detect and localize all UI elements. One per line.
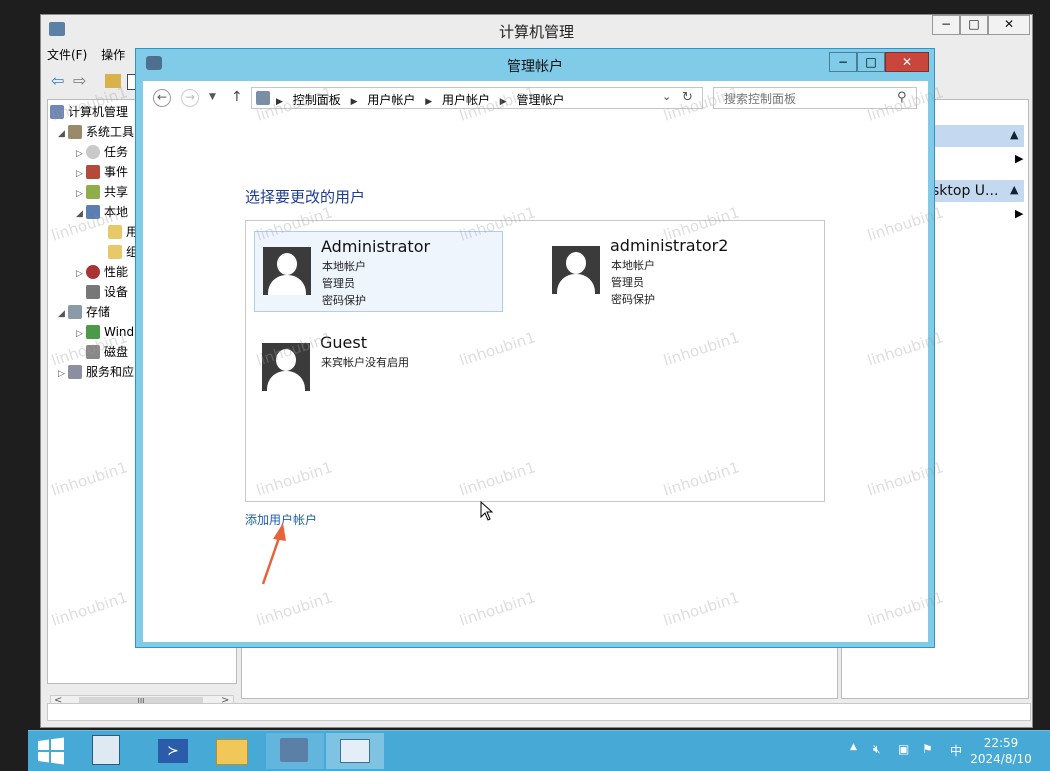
more-actions-arrow-icon[interactable]: ▶ bbox=[1015, 152, 1023, 165]
system-clock[interactable]: 22:59 2024/8/10 bbox=[966, 735, 1036, 767]
event-log-icon bbox=[86, 165, 100, 179]
dialog-close-button[interactable]: ✕ bbox=[885, 52, 929, 72]
dialog-title: 管理帐户 bbox=[507, 59, 563, 75]
actions-desktop-label: sktop U... bbox=[932, 183, 999, 199]
clock-time: 22:59 bbox=[983, 736, 1019, 750]
page-heading: 选择要更改的用户 bbox=[245, 188, 366, 206]
collapse-up-icon[interactable]: ▲ bbox=[1010, 183, 1018, 196]
folder-icon bbox=[108, 245, 122, 259]
address-dropdown-icon[interactable]: ⌄ bbox=[662, 90, 671, 103]
collapse-icon[interactable]: ◢ bbox=[58, 304, 68, 324]
actions-header[interactable]: ▲ bbox=[934, 125, 1024, 147]
cm-minimize-button[interactable]: − bbox=[932, 15, 960, 35]
tree-item-shared-folders[interactable]: ▷ 共享 bbox=[76, 182, 128, 202]
server-manager-taskbar-button[interactable] bbox=[86, 733, 144, 769]
user-avatar-icon bbox=[552, 246, 600, 294]
action-center-icon[interactable]: ⚑ bbox=[922, 742, 933, 756]
tree-item-services-apps[interactable]: ▷ 服务和应 bbox=[58, 362, 134, 382]
tree-item-event-viewer[interactable]: ▷ 事件 bbox=[76, 162, 128, 182]
expand-icon[interactable]: ▷ bbox=[76, 164, 86, 184]
breadcrumb-separator-icon[interactable]: ▶ bbox=[351, 97, 358, 107]
show-hidden-icons-icon[interactable]: ▲ bbox=[850, 742, 857, 752]
server-manager-icon bbox=[92, 735, 120, 765]
shared-folder-icon bbox=[86, 185, 100, 199]
start-button[interactable] bbox=[28, 733, 86, 769]
folder-icon bbox=[216, 739, 248, 765]
up-level-icon[interactable]: ↑ bbox=[231, 89, 243, 105]
user-accounts-list: Administrator 本地帐户 管理员 密码保护 administrato… bbox=[245, 220, 825, 502]
dialog-maximize-button[interactable]: □ bbox=[857, 52, 885, 72]
account-role: 管理员 bbox=[322, 277, 355, 290]
computer-management-taskbar-button[interactable] bbox=[266, 733, 324, 769]
back-arrow-icon[interactable]: ⇦ bbox=[51, 71, 64, 90]
clock-date: 2024/8/10 bbox=[970, 752, 1032, 766]
mouse-cursor-icon bbox=[480, 501, 494, 521]
tree-item-system-tools[interactable]: ◢ 系统工具 bbox=[58, 122, 134, 142]
actions-header-desktop[interactable]: sktop U... ▲ bbox=[932, 180, 1024, 202]
user-avatar-icon bbox=[263, 247, 311, 295]
user-name: Administrator bbox=[321, 237, 431, 256]
tree-item-storage[interactable]: ◢ 存储 bbox=[58, 302, 110, 322]
clock-icon bbox=[86, 145, 100, 159]
more-actions-arrow-icon[interactable]: ▶ bbox=[1015, 207, 1023, 220]
control-panel-taskbar-button[interactable] bbox=[326, 733, 384, 769]
tree-item-device-manager[interactable]: 设备 bbox=[86, 282, 128, 302]
red-arrow-annotation bbox=[261, 523, 286, 585]
folder-icon bbox=[108, 225, 122, 239]
cm-status-bar bbox=[47, 703, 1031, 721]
account-type: 本地帐户 bbox=[611, 259, 655, 272]
dialog-minimize-button[interactable]: − bbox=[829, 52, 857, 72]
device-manager-icon bbox=[86, 285, 100, 299]
breadcrumb-separator-icon[interactable]: ▶ bbox=[425, 97, 432, 107]
password-status: 密码保护 bbox=[322, 294, 366, 307]
expand-icon[interactable]: ▷ bbox=[76, 264, 86, 284]
expand-icon[interactable]: ▷ bbox=[76, 184, 86, 204]
cm-maximize-button[interactable]: □ bbox=[960, 15, 988, 35]
cm-close-button[interactable]: ✕ bbox=[988, 15, 1030, 35]
performance-icon bbox=[86, 265, 100, 279]
services-icon bbox=[68, 365, 82, 379]
collapse-up-icon[interactable]: ▲ bbox=[1010, 128, 1018, 141]
recent-pages-dropdown-icon[interactable]: ▼ bbox=[209, 92, 216, 102]
cm-menu-file[interactable]: 文件(F) bbox=[47, 48, 87, 62]
expand-icon[interactable]: ▷ bbox=[76, 144, 86, 164]
windows-logo-icon bbox=[38, 737, 64, 765]
forward-arrow-icon[interactable]: ⇨ bbox=[73, 71, 86, 90]
powershell-taskbar-button[interactable]: ≻ bbox=[146, 733, 204, 769]
tree-item-task-scheduler[interactable]: ▷ 任务 bbox=[76, 142, 128, 162]
network-icon[interactable]: ▣ bbox=[898, 742, 909, 756]
powershell-icon: ≻ bbox=[158, 739, 188, 763]
taskbar: ≻ ▲ 🔇︎ ▣ ⚑ 中 22:59 2024/8/10 bbox=[28, 730, 1050, 771]
collapse-icon[interactable]: ◢ bbox=[58, 124, 68, 144]
control-panel-icon bbox=[340, 739, 370, 763]
computer-management-icon bbox=[280, 738, 308, 762]
ime-indicator[interactable]: 中 bbox=[950, 742, 962, 759]
forward-button[interactable]: → bbox=[181, 89, 199, 107]
cm-title-bar: 计算机管理 − □ ✕ bbox=[41, 15, 1032, 45]
cm-menu-action[interactable]: 操作 bbox=[101, 48, 125, 62]
breadcrumb-user-accounts[interactable]: 用户帐户 bbox=[367, 93, 415, 107]
password-status: 密码保护 bbox=[611, 293, 655, 306]
file-explorer-taskbar-button[interactable] bbox=[206, 733, 264, 769]
cm-title: 计算机管理 bbox=[498, 23, 574, 41]
tree-item-performance[interactable]: ▷ 性能 bbox=[76, 262, 128, 282]
dialog-title-bar: 管理帐户 − □ ✕ bbox=[136, 49, 934, 79]
tree-item-groups-folder[interactable]: 组 bbox=[108, 242, 138, 262]
speaker-muted-icon[interactable]: 🔇︎ bbox=[873, 742, 881, 757]
account-role: 管理员 bbox=[611, 276, 644, 289]
account-type: 本地帐户 bbox=[322, 260, 366, 273]
manage-accounts-window: 管理帐户 − □ ✕ ← → ▼ ↑ ▶ 控制面板 ▶ 用户帐户 ▶ 用户帐户 … bbox=[135, 48, 935, 648]
tools-icon bbox=[68, 125, 82, 139]
back-button[interactable]: ← bbox=[153, 89, 171, 107]
account-status: 来宾帐户没有启用 bbox=[321, 356, 409, 369]
storage-icon bbox=[68, 305, 82, 319]
cm-menu-bar: 文件(F) 操作 bbox=[47, 46, 135, 66]
